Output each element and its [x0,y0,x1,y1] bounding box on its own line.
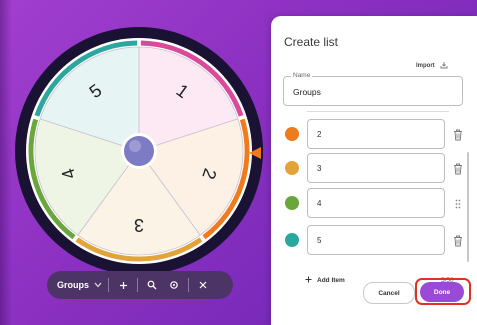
color-dot[interactable] [285,196,299,210]
item-input[interactable]: 5 [307,225,445,255]
settings-icon[interactable] [166,277,182,293]
create-list-panel: Create list Import Name Groups 2 3 4 5 A… [271,16,477,325]
wheel-hub [124,136,154,166]
toolbar-divider [108,278,110,292]
color-dot[interactable] [285,233,299,247]
import-icon [440,61,448,71]
list-item: 5 [285,225,467,255]
close-icon[interactable] [195,277,211,293]
item-input[interactable]: 3 [307,153,445,183]
spinner-wheel[interactable]: 12345 [14,26,264,276]
name-field[interactable]: Name Groups [283,72,463,106]
color-dot[interactable] [285,127,299,141]
trash-icon[interactable] [453,162,463,175]
item-input-value: 4 [317,199,322,208]
wheel-hub-shine [129,140,141,152]
plus-icon[interactable] [115,277,131,293]
name-field-value: Groups [293,87,321,97]
item-input-value: 2 [317,130,322,139]
item-input-value: 5 [317,236,322,245]
cancel-button[interactable]: Cancel [363,282,415,304]
groups-select[interactable]: Groups [57,280,102,290]
name-field-label: Name [291,72,313,79]
groups-select-value: Groups [57,280,90,290]
left-edge-shadow [0,0,12,325]
import-button[interactable]: Import [416,61,448,71]
chevron-down-icon [94,280,102,290]
wheel-toolbar: Groups [47,271,233,299]
trash-icon[interactable] [453,234,463,247]
add-item-button[interactable]: Add Item [305,276,345,285]
toolbar-divider [188,278,190,292]
import-label: Import [416,63,435,69]
list-item: 4 [285,188,467,218]
trash-icon[interactable] [453,128,463,141]
item-input[interactable]: 4 [307,188,445,218]
list-item: 3 [285,153,467,183]
item-input[interactable]: 2 [307,119,445,149]
toolbar-divider [137,278,139,292]
list-item: 2 [285,119,467,149]
scrollbar[interactable] [467,152,469,262]
item-input-value: 3 [317,164,322,173]
done-button[interactable]: Done [420,282,464,302]
panel-title: Create list [284,35,339,49]
color-dot[interactable] [285,161,299,175]
zoom-icon[interactable] [144,277,160,293]
divider [307,111,449,112]
plus-icon [305,276,312,285]
wheel-segment-label: 3 [134,215,144,235]
drag-handle-icon[interactable] [453,197,463,209]
add-item-label: Add Item [317,277,345,284]
